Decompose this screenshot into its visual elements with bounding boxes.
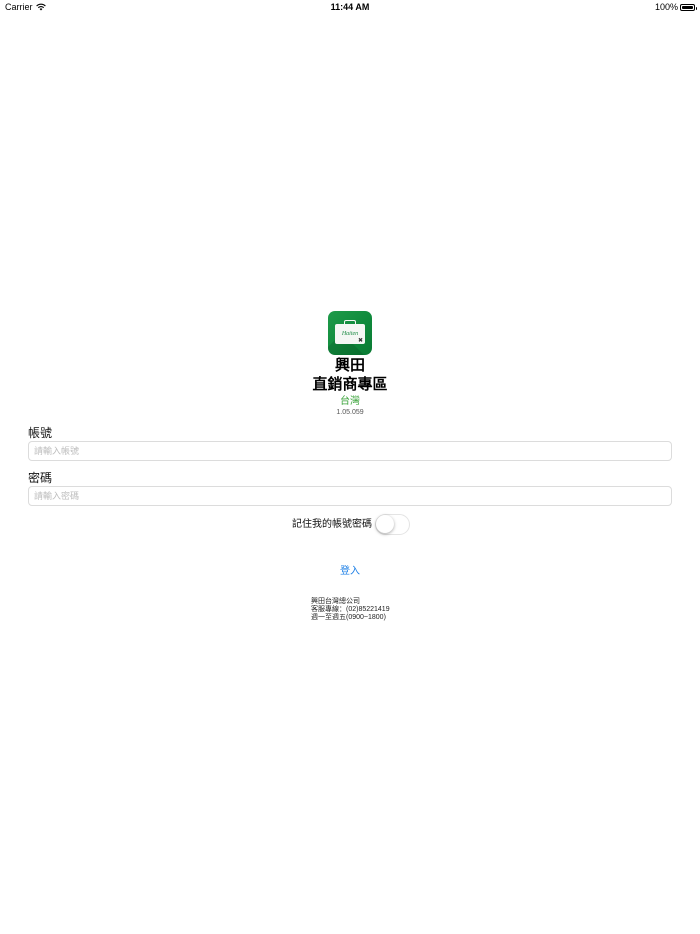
footer-contact: 興田台灣總公司 客服專線：(02)85221419 週一至週五(0900~180… — [311, 598, 390, 623]
brand-title: 興田 — [334, 357, 365, 374]
remember-toggle[interactable] — [375, 514, 410, 535]
brand-subtitle: 直銷商專區 — [312, 376, 388, 393]
status-bar: Carrier 11:44 AM 100% — [0, 0, 700, 14]
battery-icon — [680, 3, 697, 11]
region-label: 台灣 — [340, 396, 360, 407]
account-label: 帳號 — [28, 426, 53, 440]
password-label: 密碼 — [28, 471, 53, 485]
logo-x-mark: ✖ — [358, 338, 364, 344]
footer-hours: 週一至週五(0900~1800) — [311, 614, 386, 622]
password-input[interactable] — [28, 486, 672, 506]
remember-label: 記住我的帳號密碼 — [292, 519, 372, 530]
footer-company: 興田台灣總公司 — [311, 598, 360, 605]
app-logo: Haiten ✖ — [328, 311, 372, 355]
logo-wordmark: Haiten — [341, 331, 359, 337]
status-right: 100% — [654, 0, 697, 14]
account-input[interactable] — [28, 441, 672, 461]
battery-percent: 100% — [654, 2, 678, 12]
battery-fill — [682, 5, 693, 9]
status-time: 11:44 AM — [330, 2, 370, 12]
login-button[interactable]: 登入 — [320, 564, 380, 580]
toggle-knob — [376, 515, 394, 533]
version-label: 1.05.059 — [336, 409, 364, 416]
